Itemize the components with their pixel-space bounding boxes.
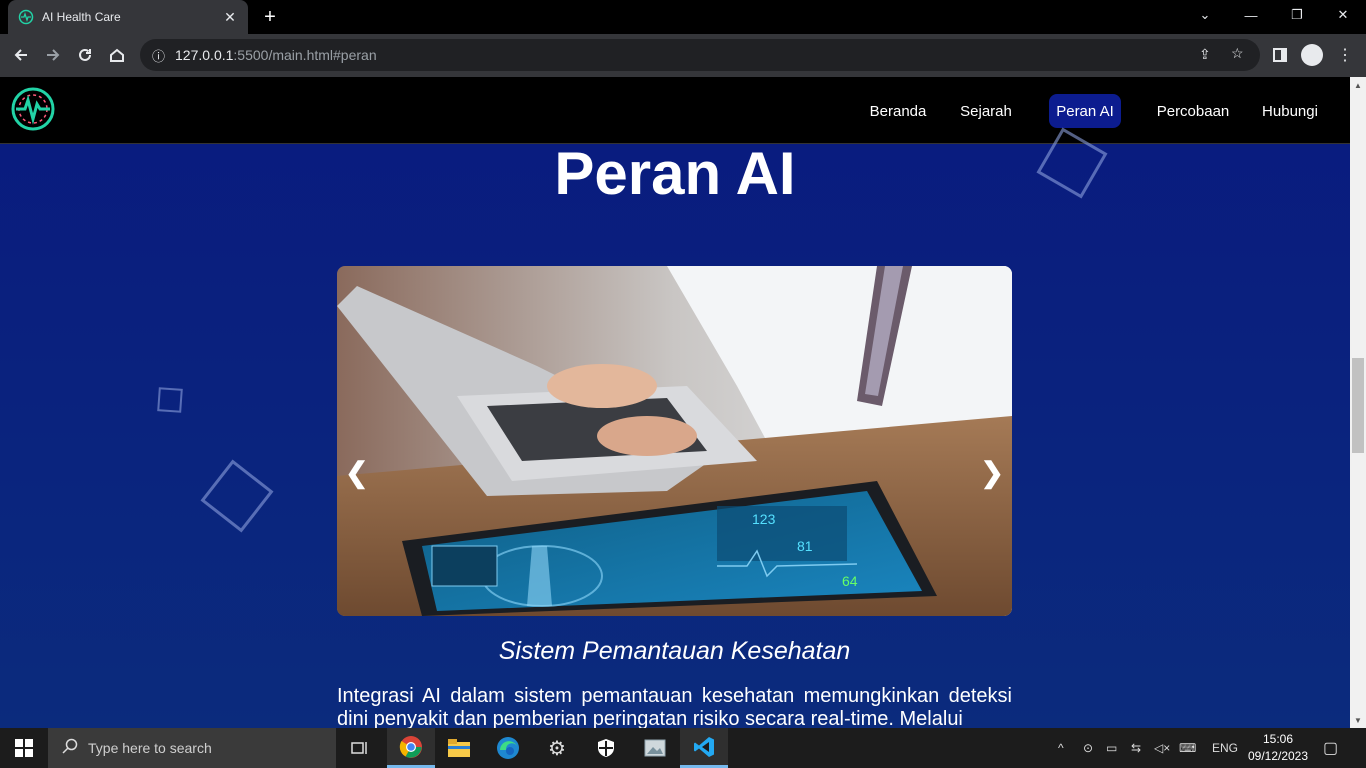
profile-avatar[interactable] (1301, 44, 1323, 66)
doctor-laptop-image: 123 81 64 (337, 266, 1012, 616)
clock-time: 15:06 (1262, 732, 1294, 746)
tab-title: AI Health Care (42, 10, 121, 24)
bookmark-star-icon[interactable]: ☆ (1231, 45, 1244, 62)
slide-caption: Sistem Pemantauan Kesehatan (498, 637, 851, 665)
decorative-square (157, 387, 183, 413)
menu-kebab-icon[interactable]: ⋮ (1330, 40, 1360, 70)
battery-icon[interactable]: ▭ (1106, 728, 1117, 768)
tablet-number: 123 (752, 511, 776, 527)
image-carousel[interactable]: 123 81 64 ❮ ❯ (337, 266, 1012, 616)
tab-search-icon[interactable]: ⌄ (1182, 0, 1228, 30)
address-bar[interactable]: ⓘ 127.0.0.1 :5500/main.html#peran ⇪ ☆ (140, 39, 1260, 71)
vscode-icon[interactable] (680, 728, 728, 768)
url-path: :5500/main.html#peran (233, 47, 377, 63)
windows-start-icon[interactable] (0, 728, 48, 768)
nav-percobaan[interactable]: Percobaan (1150, 94, 1236, 128)
task-view-icon[interactable] (336, 728, 384, 768)
window-close-icon[interactable]: ✕ (1320, 0, 1366, 30)
system-clock[interactable]: 15:06 09/12/2023 (1244, 731, 1312, 765)
carousel-next-icon[interactable]: ❯ (981, 456, 1004, 489)
share-icon[interactable]: ⇪ (1199, 46, 1211, 63)
site-info-icon[interactable]: ⓘ (152, 46, 165, 65)
scroll-up-icon[interactable]: ▲ (1350, 77, 1366, 93)
url-host: 127.0.0.1 (175, 47, 234, 63)
photos-app-icon[interactable] (631, 728, 679, 768)
volume-muted-icon[interactable]: ◁× (1154, 728, 1170, 768)
browser-tab-strip: AI Health Care ✕ + ⌄ — ❐ ✕ (0, 0, 1366, 34)
nav-peran-ai[interactable]: Peran AI (1049, 94, 1121, 128)
nav-hubungi[interactable]: Hubungi (1255, 94, 1325, 128)
network-icon[interactable]: ⇆ (1131, 728, 1141, 768)
health-favicon-icon (18, 9, 34, 25)
reload-icon[interactable] (70, 40, 100, 70)
windows-taskbar: Type here to search ⚙ ^ ⊙ ▭ ⇆ ◁× ⌨ ENG 1… (0, 728, 1366, 768)
slide-description: Integrasi AI dalam sistem pemantauan kes… (337, 685, 1012, 728)
file-explorer-icon[interactable] (435, 728, 483, 768)
search-icon (62, 738, 78, 757)
chrome-icon[interactable] (387, 728, 435, 768)
meet-now-icon[interactable]: ⊙ (1083, 728, 1093, 768)
carousel-prev-icon[interactable]: ❮ (345, 456, 368, 489)
scroll-down-icon[interactable]: ▼ (1350, 712, 1366, 728)
restore-icon[interactable]: ❐ (1274, 0, 1320, 30)
section-title: Peran AI (554, 140, 796, 207)
tablet-number: 64 (842, 573, 858, 589)
decorative-square (200, 459, 274, 533)
tablet-number: 81 (797, 538, 813, 554)
back-icon[interactable] (6, 40, 36, 70)
home-icon[interactable] (102, 40, 132, 70)
browser-toolbar: ⓘ 127.0.0.1 :5500/main.html#peran ⇪ ☆ ⋮ (0, 34, 1366, 77)
search-placeholder: Type here to search (88, 740, 212, 756)
nav-beranda[interactable]: Beranda (862, 94, 934, 128)
clock-date: 09/12/2023 (1247, 749, 1309, 763)
close-tab-icon[interactable]: ✕ (222, 9, 238, 25)
scrollbar-thumb[interactable] (1352, 358, 1364, 453)
side-panel-icon[interactable] (1265, 40, 1295, 70)
language-indicator[interactable]: ENG (1212, 728, 1238, 768)
edge-icon[interactable] (484, 728, 532, 768)
site-navbar: Beranda Sejarah Peran AI Percobaan Hubun… (0, 77, 1350, 144)
show-hidden-icons-icon[interactable]: ^ (1058, 728, 1064, 768)
minimize-icon[interactable]: — (1228, 0, 1274, 30)
touch-keyboard-icon[interactable]: ⌨ (1179, 728, 1196, 768)
taskbar-search-box[interactable]: Type here to search (48, 728, 336, 768)
settings-gear-icon[interactable]: ⚙ (533, 728, 581, 768)
browser-tab[interactable]: AI Health Care ✕ (8, 0, 248, 34)
page-viewport: Beranda Sejarah Peran AI Percobaan Hubun… (0, 77, 1350, 728)
new-tab-icon[interactable]: + (258, 6, 282, 28)
ai-health-logo-icon[interactable] (10, 86, 56, 132)
nav-sejarah[interactable]: Sejarah (952, 94, 1020, 128)
windows-security-icon[interactable] (582, 728, 630, 768)
notifications-icon[interactable]: ▢ (1323, 728, 1338, 768)
forward-icon[interactable] (38, 40, 68, 70)
